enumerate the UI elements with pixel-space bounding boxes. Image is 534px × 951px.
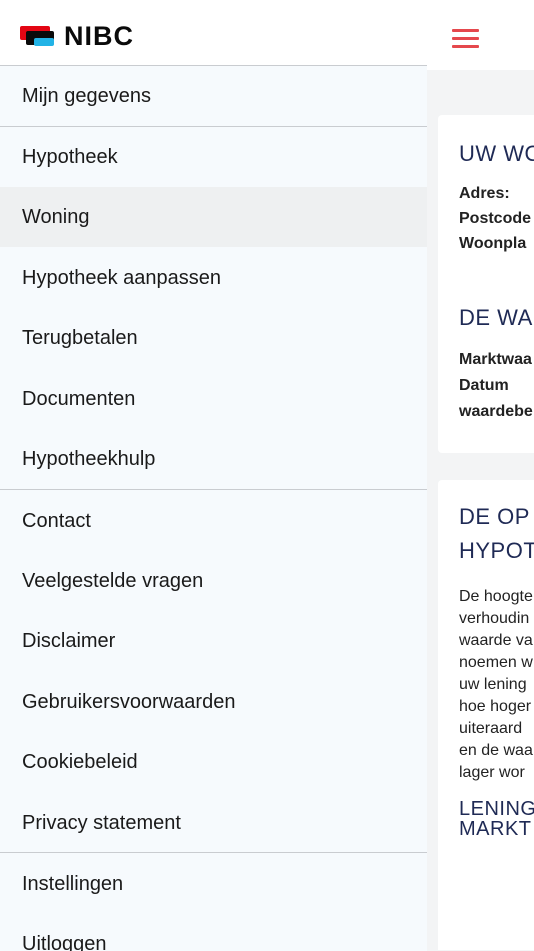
paragraph-line: uw lening <box>459 676 527 693</box>
paragraph-line: noemen w <box>459 654 533 671</box>
paragraph-line: waarde va <box>459 632 533 649</box>
section-title: MARKT <box>459 818 532 840</box>
menu-item-woning[interactable]: Woning <box>0 187 427 247</box>
hamburger-icon[interactable] <box>452 29 479 49</box>
menu-item-documenten[interactable]: Documenten <box>0 369 427 429</box>
logo-mark-icon <box>20 26 56 46</box>
woning-card: UW WO Adres: Postcode Woonpla DE WA Mark… <box>438 115 534 453</box>
menu-item-veelgestelde-vragen[interactable]: Veelgestelde vragen <box>0 551 427 611</box>
menu-item-hypotheek-aanpassen[interactable]: Hypotheek aanpassen <box>0 248 427 308</box>
card-title: UW WO <box>459 141 534 166</box>
hypotheek-card: DE OP HYPOT De hoogte verhoudin waarde v… <box>438 480 534 950</box>
paragraph-line: De hoogte <box>459 588 533 605</box>
field-label: Woonpla <box>459 235 527 252</box>
field-label: Marktwaa <box>459 351 532 368</box>
menu-divider <box>0 852 427 853</box>
section-title: DE WA <box>459 305 533 330</box>
side-menu: Mijn gegevens Hypotheek Woning Hypotheek… <box>0 65 427 951</box>
paragraph-line: en de waa <box>459 742 533 759</box>
menu-item-hypotheek[interactable]: Hypotheek <box>0 127 427 187</box>
field-label: Adres: <box>459 185 510 202</box>
paragraph-line: hoe hoger <box>459 698 532 715</box>
paragraph-line: lager wor <box>459 764 525 781</box>
page-content: UW WO Adres: Postcode Woonpla DE WA Mark… <box>427 70 534 950</box>
menu-item-gebruikersvoorwaarden[interactable]: Gebruikersvoorwaarden <box>0 672 427 732</box>
menu-item-terugbetalen[interactable]: Terugbetalen <box>0 308 427 368</box>
menu-item-hypotheekhulp[interactable]: Hypotheekhulp <box>0 429 427 489</box>
logo-text: NIBC <box>64 21 134 51</box>
nibc-logo[interactable]: NIBC <box>20 22 160 50</box>
field-label: waardebe <box>459 403 533 420</box>
menu-item-disclaimer[interactable]: Disclaimer <box>0 611 427 671</box>
card-title: DE OP <box>459 504 530 529</box>
field-label: Datum <box>459 377 509 394</box>
menu-item-uitloggen[interactable]: Uitloggen <box>0 914 427 951</box>
top-bar: NIBC <box>0 0 534 70</box>
menu-item-contact[interactable]: Contact <box>0 491 427 551</box>
menu-item-mijn-gegevens[interactable]: Mijn gegevens <box>0 66 427 126</box>
menu-divider <box>0 489 427 490</box>
paragraph-line: uiteraard <box>459 720 523 737</box>
field-label: Postcode <box>459 210 532 227</box>
menu-item-cookiebeleid[interactable]: Cookiebeleid <box>0 732 427 792</box>
card-title: HYPOT <box>459 538 534 563</box>
menu-item-instellingen[interactable]: Instellingen <box>0 854 427 914</box>
menu-item-privacy-statement[interactable]: Privacy statement <box>0 793 427 853</box>
paragraph-line: verhoudin <box>459 610 530 627</box>
